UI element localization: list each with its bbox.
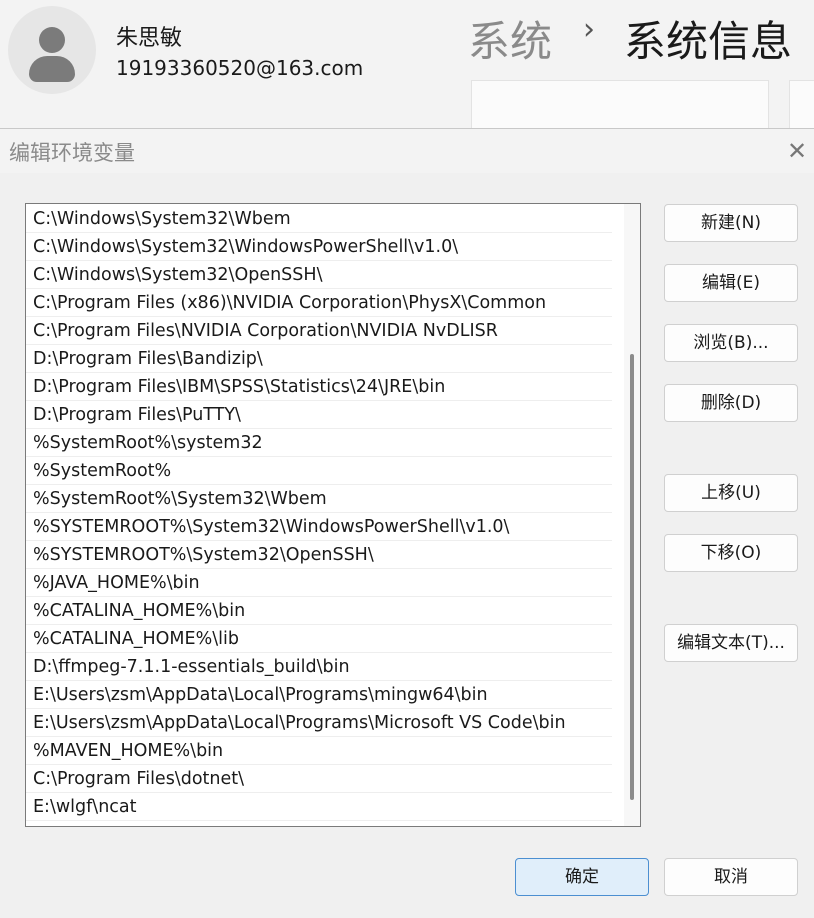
ok-button[interactable]: 确定: [515, 858, 649, 896]
list-item[interactable]: %SYSTEMROOT%\System32\WindowsPowerShell\…: [26, 513, 612, 541]
list-item[interactable]: %SystemRoot%\System32\Wbem: [26, 485, 612, 513]
list-item[interactable]: %SYSTEMROOT%\System32\OpenSSH\: [26, 541, 612, 569]
list-item[interactable]: E:\wlgf\ncat: [26, 793, 612, 821]
move-down-button[interactable]: 下移(O): [664, 534, 798, 572]
list-item[interactable]: %CATALINA_HOME%\lib: [26, 625, 612, 653]
list-item[interactable]: D:\Program Files\Bandizip\: [26, 345, 612, 373]
vertical-scrollbar[interactable]: [624, 204, 640, 826]
user-name: 朱思敏: [116, 26, 183, 51]
user-email: 19193360520@163.com: [116, 56, 364, 80]
list-item[interactable]: C:\Windows\System32\Wbem: [26, 205, 612, 233]
new-button[interactable]: 新建(N): [664, 204, 798, 242]
browse-button[interactable]: 浏览(B)...: [664, 324, 798, 362]
list-item[interactable]: %SystemRoot%\system32: [26, 429, 612, 457]
list-item[interactable]: D:\Program Files\PuTTY\: [26, 401, 612, 429]
list-item[interactable]: C:\Windows\System32\WindowsPowerShell\v1…: [26, 233, 612, 261]
dialog-title: 编辑环境变量: [9, 141, 135, 165]
cancel-button[interactable]: 取消: [664, 858, 798, 896]
dialog-titlebar: 编辑环境变量 ✕: [0, 129, 814, 173]
settings-header: 朱思敏 19193360520@163.com 系统 › 系统信息: [0, 0, 814, 129]
person-icon: [39, 27, 65, 53]
settings-card: [471, 80, 769, 129]
breadcrumb-chevron-icon: ›: [583, 12, 595, 47]
list-item[interactable]: C:\Program Files\NVIDIA Corporation\NVID…: [26, 317, 612, 345]
list-item[interactable]: D:\ffmpeg-7.1.1-essentials_build\bin: [26, 653, 612, 681]
edit-env-variable-dialog: 编辑环境变量 ✕ C:\Windows\System32\Wbem C:\Wind…: [0, 128, 814, 918]
list-item[interactable]: %JAVA_HOME%\bin: [26, 569, 612, 597]
list-item[interactable]: %SystemRoot%: [26, 457, 612, 485]
list-item[interactable]: E:\Users\zsm\AppData\Local\Programs\Micr…: [26, 709, 612, 737]
edit-button[interactable]: 编辑(E): [664, 264, 798, 302]
delete-button[interactable]: 删除(D): [664, 384, 798, 422]
person-icon-body: [29, 56, 75, 82]
list-item[interactable]: E:\Users\zsm\AppData\Local\Programs\ming…: [26, 681, 612, 709]
settings-card: [789, 80, 814, 129]
move-up-button[interactable]: 上移(U): [664, 474, 798, 512]
path-list[interactable]: C:\Windows\System32\Wbem C:\Windows\Syste…: [25, 203, 641, 827]
list-item[interactable]: %CATALINA_HOME%\bin: [26, 597, 612, 625]
page-title: 系统信息: [624, 17, 793, 66]
list-item[interactable]: %MAVEN_HOME%\bin: [26, 737, 612, 765]
list-item[interactable]: C:\Program Files (x86)\NVIDIA Corporatio…: [26, 289, 612, 317]
scrollbar-thumb[interactable]: [630, 354, 634, 800]
list-item[interactable]: C:\Windows\System32\OpenSSH\: [26, 261, 612, 289]
list-item[interactable]: C:\Program Files\dotnet\: [26, 765, 612, 793]
close-icon[interactable]: ✕: [782, 137, 812, 167]
edit-text-button[interactable]: 编辑文本(T)...: [664, 624, 798, 662]
avatar[interactable]: [8, 6, 96, 94]
list-item[interactable]: D:\Program Files\IBM\SPSS\Statistics\24\…: [26, 373, 612, 401]
breadcrumb-parent[interactable]: 系统: [468, 8, 552, 69]
